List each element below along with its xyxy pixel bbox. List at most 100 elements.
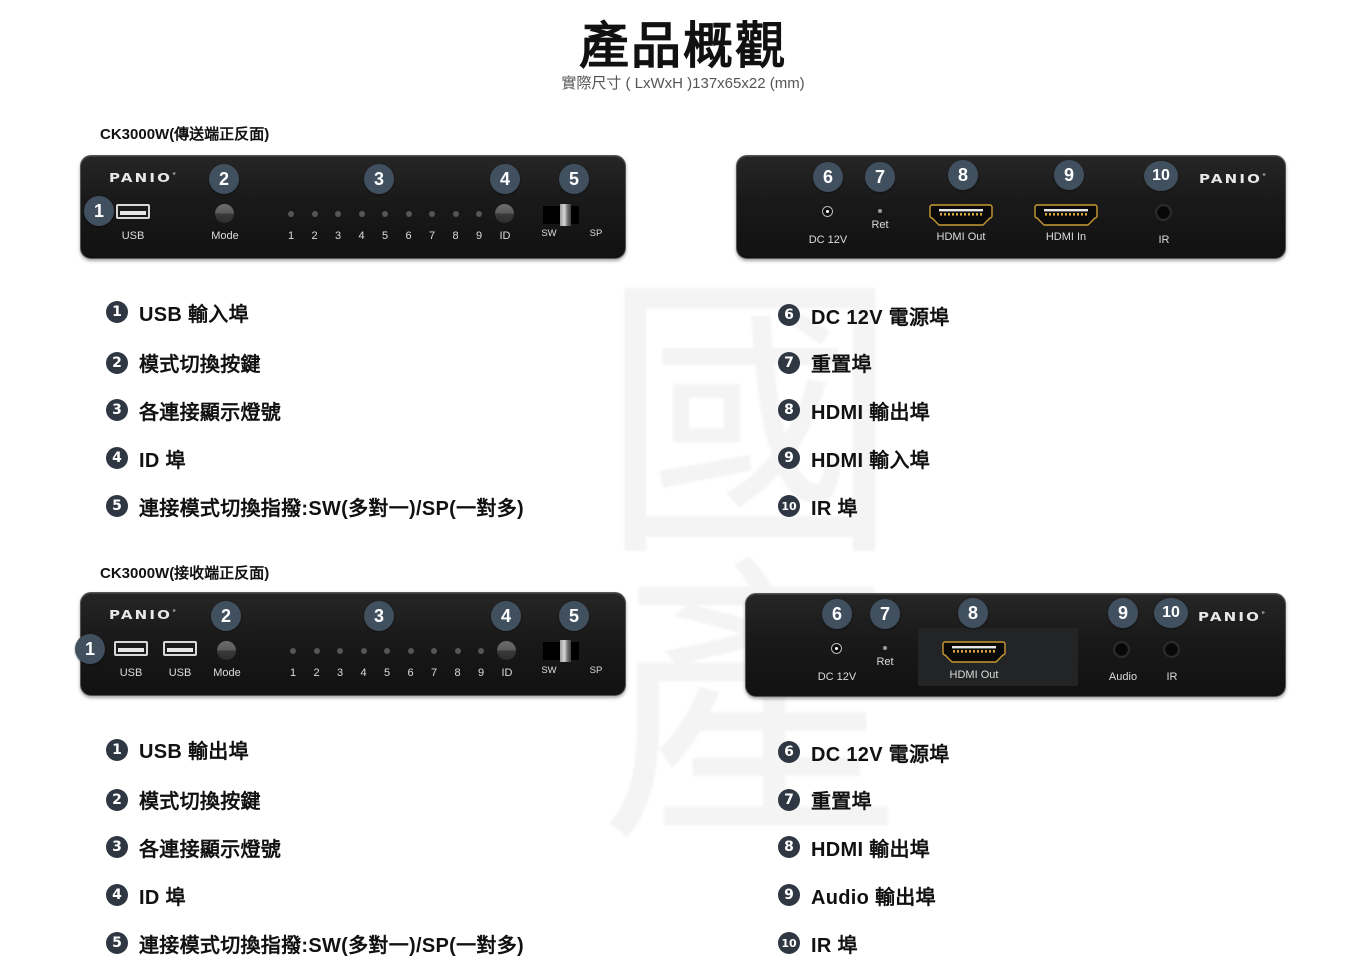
- device-badge-6: 6: [822, 599, 852, 629]
- legend-item: 10 IR 埠: [778, 919, 950, 967]
- legend-receiver-right: 6 DC 12V 電源埠 7 重置埠 8 HDMI 輸出埠 9 Audio 輸出…: [778, 728, 950, 967]
- dc-power-jack-icon: [822, 206, 833, 217]
- switch-label-sw: SW: [541, 665, 557, 676]
- legend-badge: 8: [778, 399, 800, 421]
- led-indicator-1: [290, 648, 296, 654]
- led-indicator-7: [431, 648, 437, 654]
- device-badge-4: 4: [490, 164, 520, 194]
- transmitter-front-panel: PANIO 1 USB 2 Mode 3 123456789 4 ID 5 SW…: [80, 155, 626, 259]
- led-indicator-4: [360, 648, 367, 654]
- legend-badge: 9: [778, 447, 800, 469]
- legend-badge: 10: [778, 932, 800, 954]
- legend-badge: 7: [778, 788, 800, 811]
- legend-label: HDMI 輸入埠: [811, 449, 931, 472]
- legend-item: 7 重置埠: [778, 339, 950, 386]
- legend-item: 9 Audio 輸出埠: [778, 871, 950, 919]
- legend-label: DC 12V 電源埠: [811, 306, 950, 329]
- reset-pinhole-icon: [883, 646, 887, 650]
- legend-badge: 10: [778, 495, 800, 517]
- receiver-front-panel: PANIO 1 USB USB 2 Mode 3 123456789 4 ID …: [75, 592, 626, 696]
- legend-item: 5 連接模式切換指撥:SW(多對一)/SP(一對多): [106, 919, 524, 967]
- legend-item: 7 重置埠: [778, 776, 950, 823]
- legend-badge: 2: [106, 788, 128, 811]
- panio-logo: PANIO: [1199, 172, 1268, 187]
- device-badge-8: 8: [948, 160, 978, 190]
- dc-power-jack-icon: [831, 643, 842, 654]
- legend-label: IR 埠: [811, 497, 858, 520]
- legend-badge: 5: [106, 932, 128, 954]
- led-indicator-3: [337, 648, 343, 654]
- panio-logo: PANIO: [1198, 610, 1267, 625]
- legend-badge: 6: [778, 741, 800, 763]
- legend-badge: 3: [106, 836, 128, 858]
- device-badge-2: 2: [211, 601, 241, 631]
- legend-item: 4 ID 埠: [106, 434, 524, 482]
- led-indicator-2: [311, 211, 318, 217]
- transmitter-rear-panel: PANIO 6 DC 12V 7 Ret 8 HDMI Out 9: [736, 155, 1286, 259]
- legend-item: 6 DC 12V 電源埠: [778, 291, 950, 339]
- hdmi-out-label: HDMI Out: [949, 669, 999, 681]
- sw-sp-dip-switch: [543, 204, 579, 226]
- ir-jack-icon: [1163, 641, 1180, 658]
- device-badge-7: 7: [870, 599, 900, 629]
- legend-item: 3 各連接顯示燈號: [106, 386, 524, 434]
- ir-jack-icon: [1155, 204, 1172, 221]
- switch-label-sp: SP: [589, 228, 603, 239]
- legend-label: IR 埠: [811, 934, 858, 957]
- legend-label: HDMI 輸出埠: [811, 838, 931, 861]
- legend-item: 2 模式切換按鍵: [106, 776, 524, 823]
- device-badge-5: 5: [559, 601, 589, 631]
- legend-label: HDMI 輸出埠: [811, 401, 931, 424]
- legend-item: 5 連接模式切換指撥:SW(多對一)/SP(一對多): [106, 482, 524, 530]
- legend-label: 各連接顯示燈號: [139, 838, 282, 861]
- led-indicator-8: [452, 211, 459, 217]
- led-indicator-2: [313, 648, 320, 654]
- legend-badge: 1: [106, 301, 128, 323]
- led-indicator-4: [358, 211, 365, 217]
- hdmi-in-label: HDMI In: [1045, 231, 1087, 243]
- id-button-icon: [497, 641, 516, 660]
- led-indicator-5: [382, 211, 388, 217]
- legend-badge: 5: [106, 495, 128, 517]
- legend-label: Audio 輸出埠: [811, 886, 936, 909]
- hdmi-out-port-icon: [940, 639, 1008, 665]
- legend-receiver-left: 1 USB 輸出埠 2 模式切換按鍵 3 各連接顯示燈號 4 ID 埠 5 連接…: [106, 723, 524, 967]
- device-badge-5: 5: [559, 164, 589, 194]
- legend-label: 連接模式切換指撥:SW(多對一)/SP(一對多): [139, 497, 524, 520]
- audio-jack-icon: [1113, 641, 1130, 658]
- legend-label: ID 埠: [139, 886, 186, 909]
- id-button-label: ID: [501, 667, 513, 679]
- led-indicator-6: [407, 648, 414, 654]
- legend-label: USB 輸出埠: [139, 741, 249, 763]
- legend-item: 8 HDMI 輸出埠: [778, 386, 950, 434]
- usb-port-2-icon: [163, 641, 197, 656]
- device-badge-6: 6: [813, 162, 843, 192]
- usb-port-label: USB: [121, 230, 145, 242]
- led-indicator-9: [476, 211, 482, 217]
- reset-pinhole-icon: [878, 209, 882, 213]
- dc-power-label: DC 12V: [817, 671, 857, 683]
- id-button-label: ID: [499, 230, 511, 242]
- switch-label-sp: SP: [589, 665, 603, 676]
- led-indicator-1: [288, 211, 294, 217]
- device-badge-1: 1: [75, 634, 105, 664]
- legend-label: ID 埠: [139, 449, 186, 472]
- sw-sp-dip-switch: [543, 640, 579, 662]
- led-indicator-3: [335, 211, 341, 217]
- legend-label: 重置埠: [811, 791, 872, 813]
- legend-badge: 3: [106, 399, 128, 421]
- legend-item: 4 ID 埠: [106, 871, 524, 919]
- dc-power-label: DC 12V: [808, 234, 848, 246]
- legend-label: USB 輸入埠: [139, 303, 249, 326]
- led-indicator-6: [405, 211, 412, 217]
- legend-badge: 2: [106, 351, 128, 374]
- led-indicator-5: [384, 648, 390, 654]
- legend-label: 各連接顯示燈號: [139, 401, 282, 424]
- legend-badge: 1: [106, 738, 128, 761]
- hdmi-out-port-icon: [927, 202, 995, 228]
- usb-port-1-icon: [114, 641, 148, 656]
- audio-label: Audio: [1108, 671, 1138, 683]
- legend-badge: 7: [778, 351, 800, 374]
- mode-button-icon: [215, 204, 234, 223]
- legend-item: 10 IR 埠: [778, 482, 950, 530]
